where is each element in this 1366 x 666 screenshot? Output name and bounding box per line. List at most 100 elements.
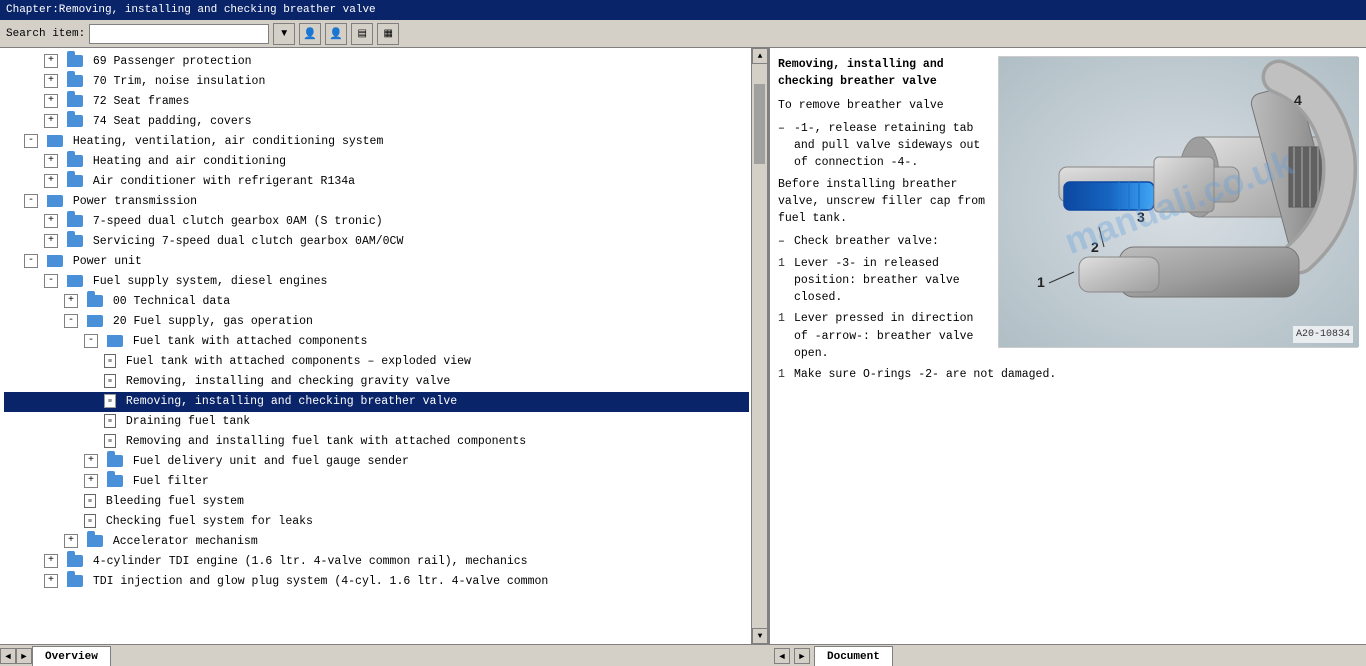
tree-item[interactable]: - Fuel supply system, diesel engines <box>4 272 749 292</box>
tree-item[interactable]: + 72 Seat frames <box>4 92 749 112</box>
right-nav-fwd-btn[interactable]: ► <box>794 648 810 664</box>
left-nav-fwd-btn[interactable]: ► <box>16 648 32 664</box>
tree-item[interactable]: - Power transmission <box>4 192 749 212</box>
expand-icon[interactable]: + <box>44 154 58 168</box>
tree-item[interactable]: - Heating, ventilation, air conditioning… <box>4 132 749 152</box>
expand-icon[interactable]: + <box>44 554 58 568</box>
expand-icon[interactable]: - <box>44 274 58 288</box>
user-icon-btn1[interactable]: 👤 <box>299 23 321 45</box>
right-panel: 1 2 3 4 manuali.co.uk A20-10834 <box>770 48 1366 644</box>
expand-icon[interactable]: - <box>64 314 78 328</box>
tree-item[interactable]: + Air conditioner with refrigerant R134a <box>4 172 749 192</box>
tree-item[interactable]: + 70 Trim, noise insulation <box>4 72 749 92</box>
doc-icon: ≡ <box>104 354 116 368</box>
tree-item[interactable]: - 20 Fuel supply, gas operation <box>4 312 749 332</box>
expand-icon[interactable]: + <box>44 114 58 128</box>
expand-icon[interactable]: + <box>44 174 58 188</box>
expand-icon[interactable]: + <box>64 294 78 308</box>
folder-icon <box>67 215 83 227</box>
search-input[interactable] <box>89 24 269 44</box>
folder-icon <box>67 575 83 587</box>
tree-item[interactable]: + 00 Technical data <box>4 292 749 312</box>
folder-icon <box>67 115 83 127</box>
user-icon-btn2[interactable]: 👤 <box>325 23 347 45</box>
expand-icon[interactable]: + <box>44 54 58 68</box>
folder-icon <box>67 555 83 567</box>
tab-overview-label: Overview <box>45 651 98 663</box>
doc-title-text: Removing, installing and checking breath… <box>778 58 944 88</box>
tree-item[interactable]: ≡ Draining fuel tank <box>4 412 749 432</box>
right-tabs: ◄ ► Document <box>770 645 1366 666</box>
tree-item[interactable]: + Fuel filter <box>4 472 749 492</box>
tree-item-label: Checking fuel system for leaks <box>106 515 313 528</box>
folder-open-icon <box>47 255 63 267</box>
menu-icon-btn2[interactable]: ▦ <box>377 23 399 45</box>
tree-item[interactable]: ≡ Bleeding fuel system <box>4 492 749 512</box>
tree-item-label: Air conditioner with refrigerant R134a <box>93 175 355 188</box>
left-nav-back-btn[interactable]: ◄ <box>0 648 16 664</box>
right-nav-back-btn[interactable]: ◄ <box>774 648 790 664</box>
doc-icon: ≡ <box>84 494 96 508</box>
tree-item-label: TDI injection and glow plug system (4-cy… <box>93 575 548 588</box>
part-svg: 1 2 3 4 <box>999 57 1359 347</box>
tree-item-label: 00 Technical data <box>113 295 230 308</box>
scroll-up-btn[interactable]: ▲ <box>752 48 768 64</box>
tree-item[interactable]: - Fuel tank with attached components <box>4 332 749 352</box>
doc-item-check: – Check breather valve: <box>778 233 988 250</box>
expand-icon[interactable]: + <box>44 214 58 228</box>
item-number: 1 <box>778 366 790 383</box>
tree-item-label: 72 Seat frames <box>93 95 190 108</box>
toolbar: Search item: ▼ 👤 👤 ▤ ▦ <box>0 20 1366 48</box>
expand-icon[interactable]: + <box>64 534 78 548</box>
expand-icon[interactable]: + <box>44 74 58 88</box>
doc-numbered-3: 1 Make sure O-rings -2- are not damaged. <box>778 366 1358 383</box>
svg-text:2: 2 <box>1091 239 1099 255</box>
expand-icon[interactable]: - <box>84 334 98 348</box>
menu-icon-btn1[interactable]: ▤ <box>351 23 373 45</box>
tree-item[interactable]: + TDI injection and glow plug system (4-… <box>4 572 749 592</box>
tree-item[interactable]: ≡ Fuel tank with attached components – e… <box>4 352 749 372</box>
expand-icon[interactable]: + <box>44 94 58 108</box>
expand-icon[interactable]: + <box>44 234 58 248</box>
tree-item-label: Fuel tank with attached components – exp… <box>126 355 471 368</box>
tree-item-selected[interactable]: ≡ Removing, installing and checking brea… <box>4 392 749 412</box>
doc-item-text: Make sure O-rings -2- are not damaged. <box>794 366 1056 383</box>
tree-item[interactable]: - Power unit <box>4 252 749 272</box>
tree-item-label: Heating, ventilation, air conditioning s… <box>73 135 384 148</box>
tree-item[interactable]: ≡ Checking fuel system for leaks <box>4 512 749 532</box>
folder-open-icon <box>47 135 63 147</box>
expand-icon[interactable]: + <box>84 474 98 488</box>
tree-item[interactable]: ≡ Removing, installing and checking grav… <box>4 372 749 392</box>
dropdown-arrow-btn[interactable]: ▼ <box>273 23 295 45</box>
image-reference: A20-10834 <box>1293 326 1353 343</box>
expand-icon[interactable]: - <box>24 194 38 208</box>
tree-item[interactable]: + 7-speed dual clutch gearbox 0AM (S tro… <box>4 212 749 232</box>
tree-item[interactable]: + Accelerator mechanism <box>4 532 749 552</box>
folder-icon <box>67 55 83 67</box>
tree-item[interactable]: + Fuel delivery unit and fuel gauge send… <box>4 452 749 472</box>
vertical-scrollbar[interactable]: ▲ ▼ <box>751 48 767 644</box>
folder-open-icon <box>67 275 83 287</box>
folder-icon <box>67 235 83 247</box>
tree-item-label: Removing, installing and checking gravit… <box>126 375 450 388</box>
scroll-thumb[interactable] <box>754 84 765 164</box>
expand-icon[interactable]: + <box>84 454 98 468</box>
tree-item[interactable]: + 74 Seat padding, covers <box>4 112 749 132</box>
tree-item[interactable]: + Servicing 7-speed dual clutch gearbox … <box>4 232 749 252</box>
tree-item[interactable]: + 69 Passenger protection <box>4 52 749 72</box>
dash-symbol: – <box>778 120 790 172</box>
expand-icon[interactable]: - <box>24 134 38 148</box>
dash-symbol: – <box>778 233 790 250</box>
tab-document[interactable]: Document <box>814 646 893 666</box>
main-area: + 69 Passenger protection + 70 Trim, noi… <box>0 48 1366 644</box>
expand-icon[interactable]: - <box>24 254 38 268</box>
svg-text:4: 4 <box>1294 92 1302 108</box>
scroll-down-btn[interactable]: ▼ <box>752 628 768 644</box>
svg-text:1: 1 <box>1037 274 1045 290</box>
tab-overview[interactable]: Overview <box>32 646 111 666</box>
tree-item[interactable]: ≡ Removing and installing fuel tank with… <box>4 432 749 452</box>
expand-icon[interactable]: + <box>44 574 58 588</box>
doc-para-text: Before installing breather valve, unscre… <box>778 178 985 226</box>
tree-item[interactable]: + 4-cylinder TDI engine (1.6 ltr. 4-valv… <box>4 552 749 572</box>
tree-item[interactable]: + Heating and air conditioning <box>4 152 749 172</box>
